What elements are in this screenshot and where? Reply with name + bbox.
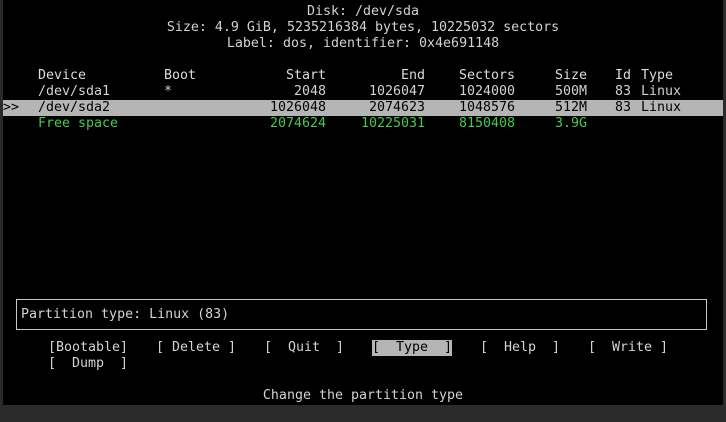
row-device: /dev/sda2 — [38, 100, 111, 115]
col-start: Start — [285, 68, 326, 83]
col-end: End — [400, 68, 425, 83]
row-size: 3.9G — [554, 116, 587, 131]
col-boot: Boot — [164, 68, 197, 83]
dump-button[interactable]: [ Dump ] — [48, 356, 128, 372]
col-id: Id — [615, 68, 632, 83]
table-row-selected[interactable]: >> /dev/sda2 1026048 2074623 1048576 512… — [3, 100, 723, 116]
partition-info-box: Partition type: Linux (83) — [16, 299, 707, 330]
type-button[interactable]: [ Type ] — [372, 340, 453, 356]
row-boot-flag: * — [164, 84, 173, 99]
row-sectors: 1024000 — [458, 84, 515, 99]
row-id: 83 — [615, 84, 632, 99]
col-device: Device — [38, 68, 87, 83]
row-start: 2074624 — [269, 116, 326, 131]
row-type: Linux — [641, 84, 682, 99]
disk-size-info: Size: 4.9 GiB, 5235216384 bytes, 1022503… — [166, 20, 560, 35]
row-start: 2048 — [293, 84, 326, 99]
row-size: 500M — [554, 84, 587, 99]
row-end: 2074623 — [368, 100, 425, 115]
help-button[interactable]: [ Help ] — [480, 340, 560, 356]
quit-button[interactable]: [ Quit ] — [264, 340, 344, 356]
selection-cursor: >> — [3, 100, 20, 115]
row-size: 512M — [554, 100, 587, 115]
row-device: Free space — [38, 116, 119, 131]
window-bottom-edge — [0, 405, 726, 422]
row-type: Linux — [641, 100, 682, 115]
col-sectors: Sectors — [458, 68, 515, 83]
status-line: Change the partition type — [262, 388, 464, 403]
row-id: 83 — [615, 100, 632, 115]
row-start: 1026048 — [269, 100, 326, 115]
table-header: Device Boot Start End Sectors Size Id Ty… — [3, 68, 723, 84]
disk-label-info: Label: dos, identifier: 0x4e691148 — [226, 36, 500, 51]
row-device: /dev/sda1 — [38, 84, 111, 99]
table-row-free-space[interactable]: Free space 2074624 10225031 8150408 3.9G — [3, 116, 723, 132]
partition-type-info: Partition type: Linux (83) — [21, 307, 230, 322]
col-type: Type — [641, 68, 674, 83]
terminal-window: Disk: /dev/sda Size: 4.9 GiB, 5235216384… — [3, 0, 723, 405]
write-button[interactable]: [ Write ] — [588, 340, 668, 356]
row-end: 1026047 — [368, 84, 425, 99]
col-size: Size — [554, 68, 587, 83]
disk-title: Disk: /dev/sda — [306, 4, 420, 19]
bootable-button[interactable]: [Bootable] — [48, 340, 128, 356]
delete-button[interactable]: [ Delete ] — [156, 340, 236, 356]
row-sectors: 8150408 — [458, 116, 515, 131]
row-end: 10225031 — [360, 116, 425, 131]
row-sectors: 1048576 — [458, 100, 515, 115]
table-row[interactable]: /dev/sda1 * 2048 1026047 1024000 500M 83… — [3, 84, 723, 100]
